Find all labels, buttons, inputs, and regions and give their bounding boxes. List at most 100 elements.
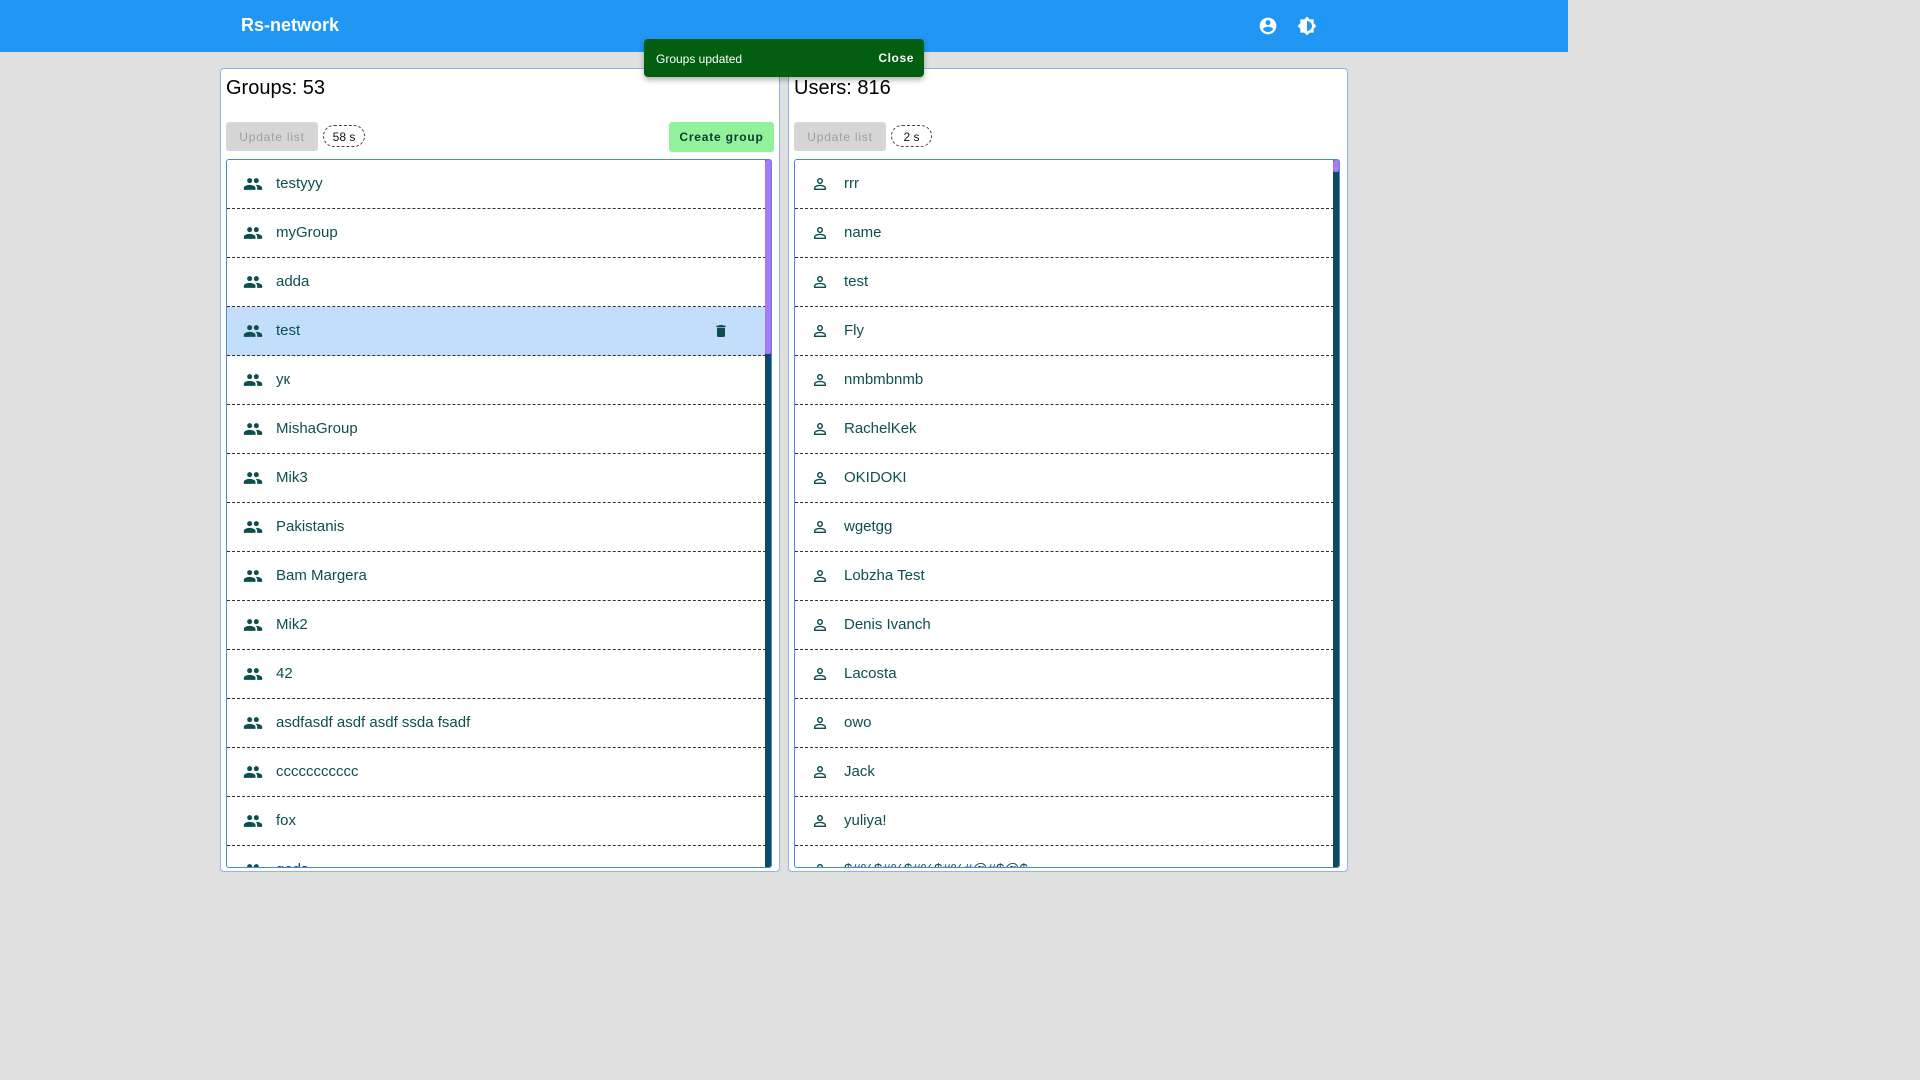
groups-list-item-label: ук [276, 371, 291, 388]
person-icon [811, 175, 831, 193]
users-list-item-label: wgetgg [844, 518, 893, 535]
users-panel: Users: 816 Update list 2 s rrr name test Fl… [788, 68, 1348, 872]
groups-list-item[interactable]: test [227, 307, 771, 356]
users-list-item-label: Jack [844, 763, 875, 780]
group-icon [243, 420, 263, 438]
users-list-item-label: RachelKek [844, 420, 917, 437]
users-list-item-label: owo [844, 714, 872, 731]
person-icon [811, 224, 831, 242]
groups-list-item[interactable]: Pakistanis [227, 503, 771, 552]
groups-scrollbar-thumb[interactable] [765, 160, 771, 354]
person-icon [811, 665, 831, 683]
groups-list-item[interactable]: asdfasdf asdf asdf ssda fsadf [227, 699, 771, 748]
users-list[interactable]: rrr name test Fly nmbmbnmb RachelKek OKIDOKI wg… [794, 159, 1340, 868]
snackbar: Groups updated Close [644, 39, 924, 77]
groups-list-item[interactable]: adda [227, 258, 771, 307]
groups-list-item-label: test [276, 322, 301, 339]
users-list-item-label: $#%$#%$#%$#%#@#$@$ [844, 861, 1028, 867]
groups-panel: Groups: 53 Update list 58 s Create group… [220, 68, 780, 872]
person-icon [811, 861, 831, 867]
group-icon [243, 518, 263, 536]
app-title[interactable]: Rs-network [241, 15, 339, 36]
users-list-item[interactable]: Lobzha Test [795, 552, 1339, 601]
groups-update-button[interactable]: Update list [226, 122, 318, 151]
groups-list-item-label: myGroup [276, 224, 338, 241]
person-icon [811, 273, 831, 291]
groups-list-item[interactable]: ук [227, 356, 771, 405]
users-list-item[interactable]: nmbmbnmb [795, 356, 1339, 405]
person-icon [811, 518, 831, 536]
groups-list-item[interactable]: Mik2 [227, 601, 771, 650]
person-icon [811, 469, 831, 487]
users-update-button[interactable]: Update list [794, 122, 886, 151]
groups-list-item-label: adda [276, 273, 310, 290]
account-circle-icon[interactable] [1258, 16, 1278, 36]
users-list-item[interactable]: Jack [795, 748, 1339, 797]
groups-list-item[interactable]: fox [227, 797, 771, 846]
users-list-item[interactable]: owo [795, 699, 1339, 748]
users-list-item[interactable]: test [795, 258, 1339, 307]
group-icon [243, 567, 263, 585]
groups-list-item[interactable]: ccccccccccc [227, 748, 771, 797]
users-list-item-label: rrr [844, 175, 859, 192]
groups-list-item[interactable]: Bam Margera [227, 552, 771, 601]
person-icon [811, 812, 831, 830]
users-list-item-label: OKIDOKI [844, 469, 907, 486]
person-icon [811, 763, 831, 781]
users-list-item-label: Denis Ivanch [844, 616, 931, 633]
groups-list-item-label: fox [276, 812, 297, 829]
users-list-item-label: test [844, 273, 869, 290]
groups-list-item[interactable]: Mik3 [227, 454, 771, 503]
person-icon [811, 322, 831, 340]
users-list-item[interactable]: Lacosta [795, 650, 1339, 699]
group-icon [243, 861, 263, 867]
users-list-item-label: Lobzha Test [844, 567, 925, 584]
groups-list[interactable]: testyyy myGroup adda test ук MishaGroup Mik3 Pa… [226, 159, 772, 868]
groups-list-item[interactable]: MishaGroup [227, 405, 771, 454]
groups-title: Groups: 53 [226, 77, 325, 99]
users-list-item-label: Fly [844, 322, 864, 339]
groups-timer-badge: 58 s [323, 125, 365, 147]
users-list-item[interactable]: name [795, 209, 1339, 258]
group-icon [243, 616, 263, 634]
users-list-item[interactable]: RachelKek [795, 405, 1339, 454]
person-icon [811, 420, 831, 438]
group-icon [243, 714, 263, 732]
users-scrollbar-track[interactable] [1333, 160, 1339, 867]
users-list-item[interactable]: wgetgg [795, 503, 1339, 552]
group-icon [243, 322, 263, 340]
groups-list-item-label: Bam Margera [276, 567, 367, 584]
group-icon [243, 224, 263, 242]
person-icon [811, 567, 831, 585]
groups-list-item-label: MishaGroup [276, 420, 358, 437]
groups-list-item[interactable]: myGroup [227, 209, 771, 258]
group-icon [243, 175, 263, 193]
groups-list-item-label: testyyy [276, 175, 323, 192]
users-list-item[interactable]: $#%$#%$#%$#%#@#$@$ [795, 846, 1339, 867]
groups-list-item[interactable]: gods [227, 846, 771, 867]
users-list-item[interactable]: OKIDOKI [795, 454, 1339, 503]
users-list-item-label: yuliya! [844, 812, 887, 829]
users-list-item[interactable]: rrr [795, 160, 1339, 209]
snackbar-message: Groups updated [656, 52, 743, 66]
person-icon [811, 371, 831, 389]
create-group-button[interactable]: Create group [669, 122, 774, 152]
delete-icon[interactable] [713, 322, 729, 340]
users-list-item-label: nmbmbnmb [844, 371, 924, 388]
users-list-item[interactable]: Fly [795, 307, 1339, 356]
users-scrollbar-thumb[interactable] [1333, 160, 1339, 172]
group-icon [243, 665, 263, 683]
groups-list-item-label: Mik3 [276, 469, 308, 486]
group-icon [243, 273, 263, 291]
groups-list-item-label: ccccccccccc [276, 763, 359, 780]
group-icon [243, 763, 263, 781]
groups-list-item[interactable]: 42 [227, 650, 771, 699]
users-list-item[interactable]: yuliya! [795, 797, 1339, 846]
users-list-item-label: Lacosta [844, 665, 897, 682]
users-list-item-label: name [844, 224, 882, 241]
users-list-item[interactable]: Denis Ivanch [795, 601, 1339, 650]
snackbar-close-button[interactable]: Close [878, 51, 914, 65]
brightness-icon[interactable] [1297, 16, 1317, 36]
users-timer-badge: 2 s [891, 125, 932, 147]
groups-list-item[interactable]: testyyy [227, 160, 771, 209]
